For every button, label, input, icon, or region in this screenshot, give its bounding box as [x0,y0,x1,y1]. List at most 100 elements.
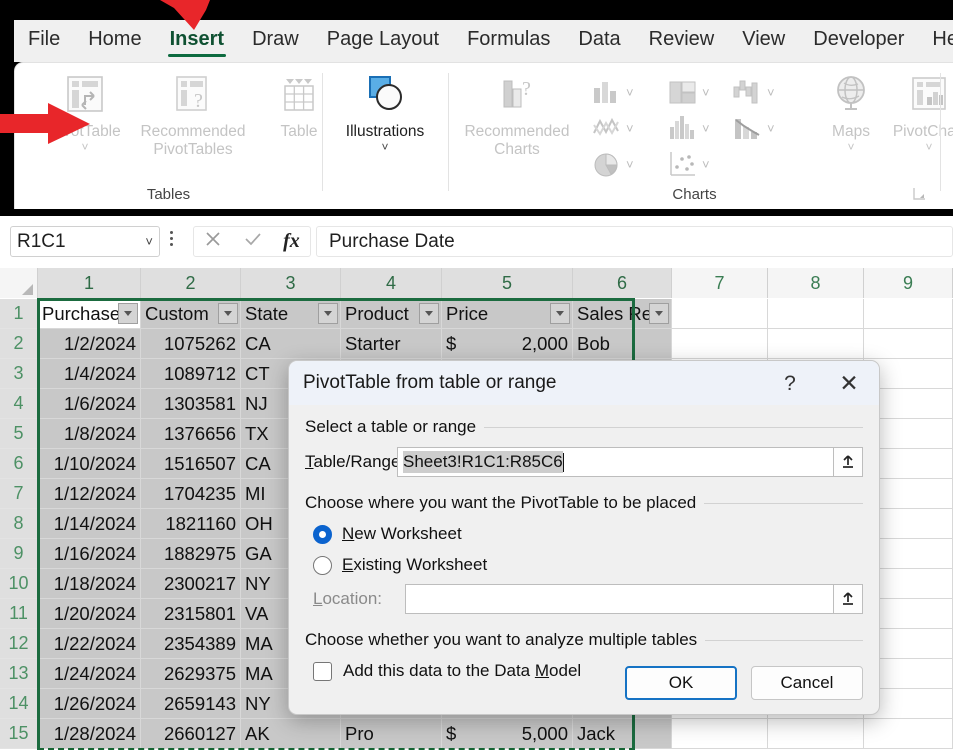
cell-customer-r11[interactable]: 2315801 [141,599,241,629]
tab-review[interactable]: Review [635,25,729,57]
insert-function-icon[interactable]: fx [283,230,300,253]
tab-data[interactable]: Data [564,25,634,57]
pivotchart-button[interactable]: PivotChart ˅ [873,71,953,153]
enter-formula-icon[interactable] [243,230,263,253]
cell-r15c7[interactable] [672,719,768,749]
line-chart-button[interactable]: ˅ [591,113,634,143]
cell-date-r14[interactable]: 1/26/2024 [38,689,141,719]
row-header-1[interactable]: 1 [0,299,38,329]
filter-icon-3[interactable] [318,303,338,324]
table-range-picker-button[interactable] [833,447,863,477]
combo-chart-button[interactable]: ˅ [732,113,775,143]
cancel-formula-icon[interactable] [204,230,222,253]
cell-customer-r2[interactable]: 1075262 [141,329,241,359]
cell-r2c9[interactable] [864,329,953,359]
cell-price-r15[interactable]: $5,000 [442,719,573,749]
data-model-checkbox[interactable] [313,662,332,681]
waterfall-chart-chevron-down-icon[interactable]: ˅ [767,85,775,100]
cell-customer-r5[interactable]: 1376656 [141,419,241,449]
cell-r1c9[interactable] [864,299,953,329]
pivottable-chevron-down-icon[interactable]: ˅ [81,142,88,153]
cell-date-r12[interactable]: 1/22/2024 [38,629,141,659]
cell-date-r5[interactable]: 1/8/2024 [38,419,141,449]
cell-date-r9[interactable]: 1/16/2024 [38,539,141,569]
filter-icon-5[interactable] [550,303,570,324]
filter-icon-1[interactable] [118,303,138,324]
cell-state-r2[interactable]: CA [241,329,341,359]
location-picker-button[interactable] [833,584,863,614]
column-header-9[interactable]: 9 [864,268,953,298]
header-cell-product[interactable]: Product [341,299,442,329]
column-header-1[interactable]: 1 [38,268,141,298]
tab-file[interactable]: File [14,25,74,57]
formula-bar-more-icon[interactable] [170,231,173,249]
filter-icon-4[interactable] [419,303,439,324]
header-cell-state[interactable]: State [241,299,341,329]
cell-customer-r6[interactable]: 1516507 [141,449,241,479]
radio-new-worksheet-input[interactable] [313,525,332,544]
row-header-13[interactable]: 13 [0,659,38,689]
charts-dialog-launcher-icon[interactable] [912,186,927,201]
name-box[interactable]: R1C1 ˅ [10,226,160,257]
tab-draw[interactable]: Draw [238,25,313,57]
pivottable-button[interactable]: PivotTable ˅ [29,71,141,153]
column-header-3[interactable]: 3 [241,268,341,298]
cancel-button[interactable]: Cancel [751,666,863,700]
cell-date-r7[interactable]: 1/12/2024 [38,479,141,509]
ok-button[interactable]: OK [625,666,737,700]
filter-icon-2[interactable] [218,303,238,324]
cell-r1c7[interactable] [672,299,768,329]
cell-customer-r13[interactable]: 2629375 [141,659,241,689]
tab-view[interactable]: View [728,25,799,57]
tab-insert[interactable]: Insert [156,25,238,57]
row-header-12[interactable]: 12 [0,629,38,659]
hierarchy-chart-button[interactable]: ˅ [667,77,710,107]
cell-customer-r14[interactable]: 2659143 [141,689,241,719]
select-all-corner[interactable] [0,268,38,298]
column-header-2[interactable]: 2 [141,268,241,298]
scatter-chart-chevron-down-icon[interactable]: ˅ [702,157,710,172]
hierarchy-chart-chevron-down-icon[interactable]: ˅ [702,85,710,100]
row-header-2[interactable]: 2 [0,329,38,359]
row-header-11[interactable]: 11 [0,599,38,629]
recommended-charts-button[interactable]: ? Recommended Charts [461,71,573,159]
cell-r15c8[interactable] [768,719,864,749]
tab-help[interactable]: He [918,25,953,57]
column-header-5[interactable]: 5 [442,268,573,298]
cell-state-r15[interactable]: AK [241,719,341,749]
column-header-4[interactable]: 4 [341,268,442,298]
row-header-8[interactable]: 8 [0,509,38,539]
cell-customer-r8[interactable]: 1821160 [141,509,241,539]
cell-customer-r12[interactable]: 2354389 [141,629,241,659]
row-header-7[interactable]: 7 [0,479,38,509]
radio-existing-worksheet[interactable]: Existing Worksheet [313,555,863,575]
column-header-8[interactable]: 8 [768,268,864,298]
row-header-3[interactable]: 3 [0,359,38,389]
cell-date-r13[interactable]: 1/24/2024 [38,659,141,689]
line-chart-chevron-down-icon[interactable]: ˅ [626,121,634,136]
statistic-chart-chevron-down-icon[interactable]: ˅ [702,121,710,136]
cell-date-r15[interactable]: 1/28/2024 [38,719,141,749]
cell-price-r2[interactable]: $2,000 [442,329,573,359]
cell-date-r4[interactable]: 1/6/2024 [38,389,141,419]
cell-date-r11[interactable]: 1/20/2024 [38,599,141,629]
help-icon[interactable]: ? [775,370,805,397]
radio-existing-worksheet-input[interactable] [313,556,332,575]
statistic-chart-button[interactable]: ˅ [667,113,710,143]
cell-sales-rep-r2[interactable]: Bob [573,329,672,359]
row-header-4[interactable]: 4 [0,389,38,419]
cell-date-r10[interactable]: 1/18/2024 [38,569,141,599]
tab-home[interactable]: Home [74,25,155,57]
column-chart-chevron-down-icon[interactable]: ˅ [626,85,634,100]
cell-customer-r10[interactable]: 2300217 [141,569,241,599]
header-cell-sales-rep[interactable]: Sales Re [573,299,672,329]
maps-chevron-down-icon[interactable]: ˅ [847,142,854,153]
cell-r2c8[interactable] [768,329,864,359]
illustrations-chevron-down-icon[interactable]: ˅ [381,142,388,153]
radio-new-worksheet[interactable]: New Worksheet [313,524,863,544]
tab-page-layout[interactable]: Page Layout [313,25,453,57]
cell-date-r8[interactable]: 1/14/2024 [38,509,141,539]
cell-date-r6[interactable]: 1/10/2024 [38,449,141,479]
column-chart-button[interactable]: ˅ [591,77,634,107]
tab-developer[interactable]: Developer [799,25,918,57]
